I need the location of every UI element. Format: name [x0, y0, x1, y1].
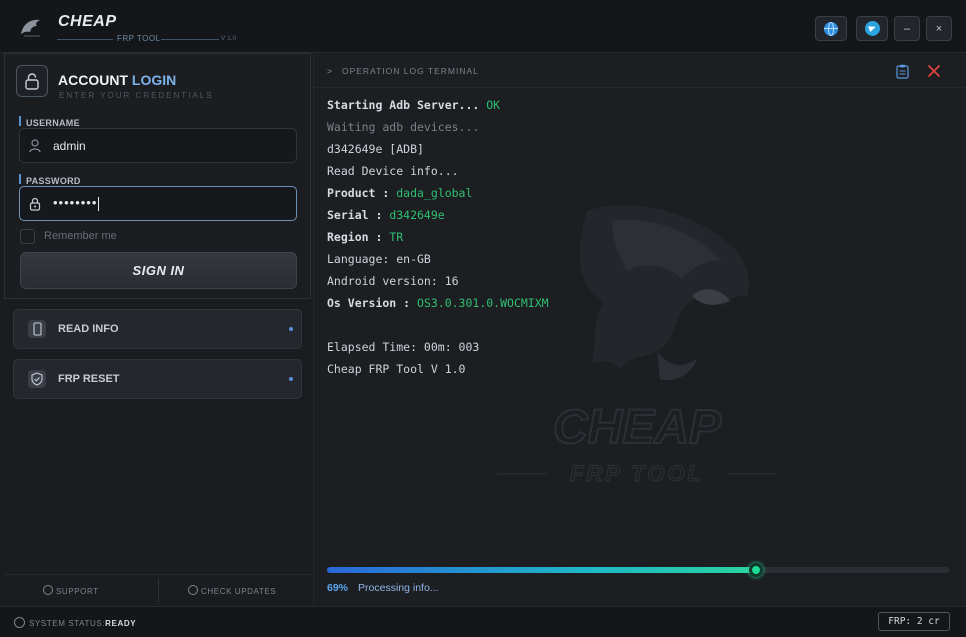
remember-label: Remember me	[44, 230, 117, 242]
status-state: READY	[105, 619, 137, 628]
password-value: ••••••••	[53, 195, 100, 211]
status-dot	[289, 327, 293, 331]
app-brand: CHEAP	[58, 13, 117, 30]
clipboard-icon[interactable]	[896, 64, 909, 79]
read-info-button[interactable]: READ INFO	[13, 309, 302, 349]
lock-icon	[25, 73, 39, 90]
log-line: Android version: 16	[327, 274, 459, 288]
log-line: Os Version : OS3.0.301.0.WOCMIXM	[327, 292, 549, 314]
log-line: Starting Adb Server... OK	[327, 94, 549, 116]
user-icon	[29, 139, 41, 153]
log-line: Waiting adb devices...	[327, 120, 480, 134]
telegram-icon	[864, 21, 880, 36]
log-line: Cheap FRP Tool V 1.0	[327, 362, 466, 376]
progress-status: 69% Processing info...	[327, 582, 439, 594]
left-footer: SUPPORT CHECK UPDATES	[4, 574, 312, 605]
left-panel: ACCOUNT LOGIN ENTER YOUR CREDENTIALS USE…	[4, 53, 312, 573]
log-line: Language: en-GB	[327, 252, 431, 266]
app-subtitle-row: FRP TOOL V 1.0	[57, 34, 239, 46]
terminal-title-text: OPERATION LOG TERMINAL	[341, 66, 479, 76]
support-link[interactable]: SUPPORT	[43, 585, 99, 596]
login-title-main: ACCOUNT	[58, 72, 128, 88]
chevron-right-icon: >	[327, 66, 333, 76]
watermark-title: CHEAP	[553, 401, 722, 454]
progress-fill	[327, 567, 757, 573]
minimize-button[interactable]: –	[894, 16, 920, 41]
sign-in-button[interactable]: SIGN IN	[20, 252, 297, 289]
log-value: dada_global	[396, 186, 473, 200]
close-icon: ×	[935, 22, 943, 35]
username-label: USERNAME	[19, 116, 80, 128]
credits-badge: FRP: 2 cr	[878, 612, 950, 631]
log-value: OS3.0.301.0.WOCMIXM	[417, 296, 549, 310]
help-icon	[43, 585, 53, 595]
log-line: d342649e [ADB]	[327, 142, 424, 156]
remember-checkbox[interactable]	[20, 229, 35, 244]
lock-icon	[29, 197, 41, 211]
minimize-icon: –	[903, 22, 911, 35]
panther-logo-icon	[21, 19, 40, 37]
title-bar: CHEAP FRP TOOL V 1.0 – ×	[0, 0, 966, 53]
watermark-subtitle: FRP TOOL	[570, 461, 704, 486]
check-updates-label: CHECK UPDATES	[201, 587, 277, 596]
log-value: OK	[486, 98, 501, 112]
clear-log-icon[interactable]	[927, 64, 941, 78]
login-panel: ACCOUNT LOGIN ENTER YOUR CREDENTIALS USE…	[4, 53, 311, 299]
login-title-accent: LOGIN	[131, 72, 177, 88]
frp-reset-label: FRP RESET	[58, 373, 120, 385]
status-dot	[289, 377, 293, 381]
progress-percent: 69%	[327, 582, 349, 594]
login-title: ACCOUNT LOGIN	[58, 72, 176, 88]
log-line: Elapsed Time: 00m: 003	[327, 340, 480, 354]
system-status: SYSTEM STATUS:READY	[14, 617, 136, 628]
language-button[interactable]	[815, 16, 847, 41]
check-updates-link[interactable]: CHECK UPDATES	[188, 585, 276, 596]
username-value: admin	[53, 139, 86, 153]
terminal-title: > OPERATION LOG TERMINAL	[327, 66, 479, 76]
support-label: SUPPORT	[56, 587, 99, 596]
telegram-button[interactable]	[856, 16, 888, 41]
status-check-icon	[14, 617, 25, 628]
log-line: Region : TR	[327, 226, 549, 248]
globe-icon	[824, 21, 838, 36]
read-info-label: READ INFO	[58, 323, 119, 335]
status-bar: SYSTEM STATUS:READY FRP: 2 cr	[0, 606, 966, 637]
password-field[interactable]: ••••••••	[19, 186, 297, 221]
log-key: Region :	[327, 230, 390, 244]
shield-check-icon	[28, 370, 46, 388]
log-line: Serial : d342649e	[327, 204, 549, 226]
status-label: SYSTEM STATUS:	[29, 619, 106, 628]
log-key: Os Version :	[327, 296, 418, 310]
log-value: TR	[389, 230, 404, 244]
terminal-header: > OPERATION LOG TERMINAL	[314, 53, 966, 88]
password-label: PASSWORD	[19, 174, 81, 186]
log-line: Product : dada_global	[327, 182, 549, 204]
username-field[interactable]: admin	[19, 128, 297, 163]
close-window-button[interactable]: ×	[926, 16, 952, 41]
app-version: V 1.0	[221, 35, 237, 42]
lock-badge	[16, 65, 48, 97]
log-terminal: > OPERATION LOG TERMINAL CHEAP FRP TOOL	[314, 53, 966, 605]
log-key: Serial :	[327, 208, 390, 222]
log-value: d342649e	[389, 208, 445, 222]
app-subtitle: FRP TOOL	[117, 34, 161, 43]
login-subtitle: ENTER YOUR CREDENTIALS	[59, 91, 214, 100]
progress-bar	[327, 563, 949, 577]
frp-reset-button[interactable]: FRP RESET	[13, 359, 302, 399]
phone-icon	[28, 320, 46, 338]
progress-message: Processing info...	[358, 582, 439, 594]
progress-knob	[749, 563, 764, 577]
log-output: Starting Adb Server... OK Waiting adb dev…	[327, 94, 549, 380]
log-line: Read Device info...	[327, 164, 459, 178]
refresh-icon	[188, 585, 198, 595]
app-window: CHEAP FRP TOOL V 1.0 – × ACCOUNT LOGIN E…	[0, 0, 966, 637]
log-key: Starting Adb Server...	[327, 98, 487, 112]
log-key: Product :	[327, 186, 397, 200]
